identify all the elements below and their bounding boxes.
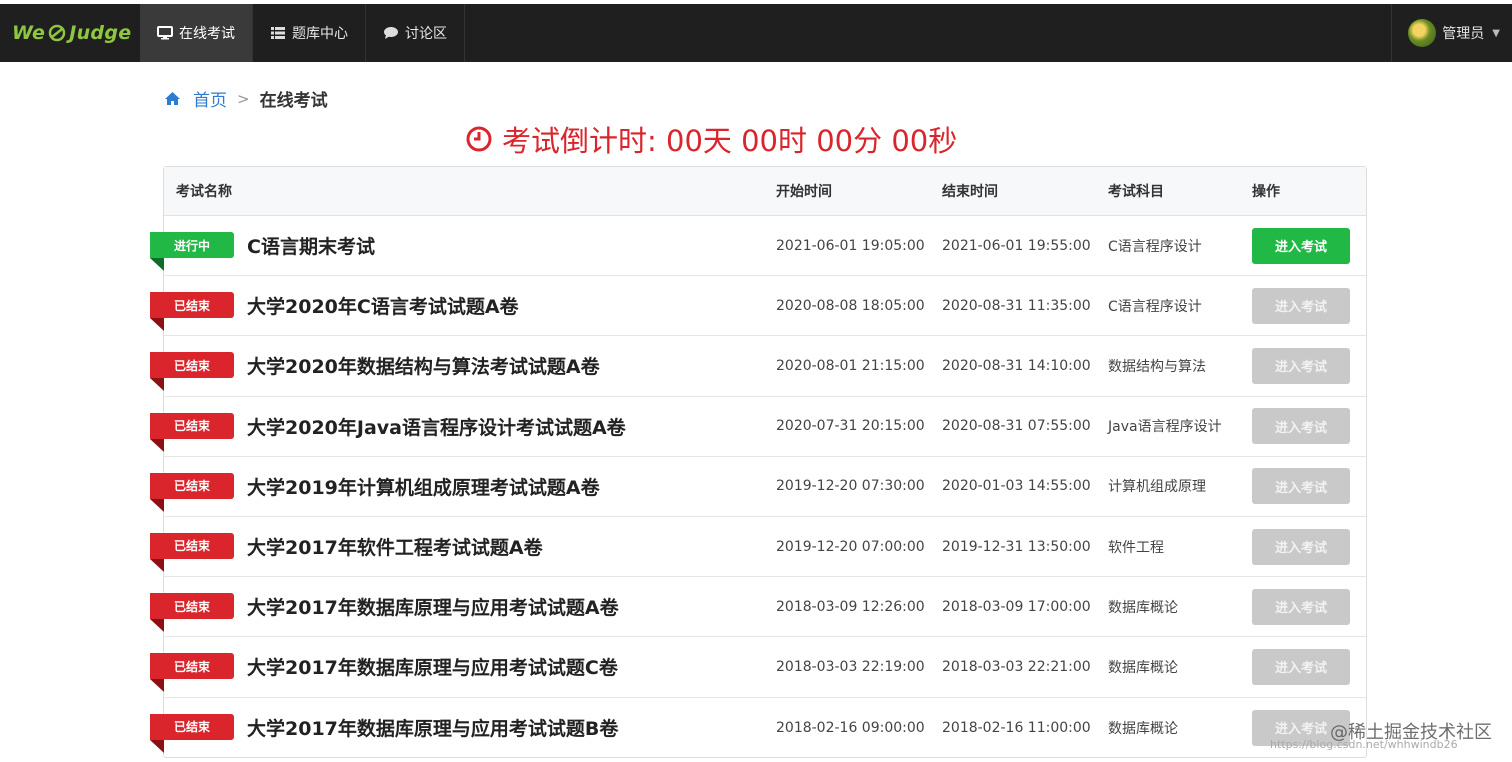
brand-text-left: We (12, 22, 46, 44)
table-row: 已结束 大学2017年数据库原理与应用考试试题A卷 2018-03-09 12:… (150, 577, 1366, 638)
end-time: 2018-02-16 11:00:00 (942, 719, 1091, 736)
exam-name: 大学2020年Java语言程序设计考试试题A卷 (247, 416, 626, 439)
nav-item-question-bank[interactable]: 题库中心 (253, 4, 366, 62)
nav-item-label: 在线考试 (179, 26, 235, 42)
header-start: 开始时间 (776, 184, 832, 200)
exam-name: 大学2020年数据结构与算法考试试题A卷 (247, 356, 600, 379)
watermark-text: @稀土掘金技术社区 (1330, 722, 1492, 743)
start-time: 2020-08-08 18:05:00 (776, 297, 925, 314)
end-time: 2020-08-31 14:10:00 (942, 357, 1091, 374)
start-time: 2018-02-16 09:00:00 (776, 719, 925, 736)
subject: 数据结构与算法 (1108, 358, 1206, 375)
status-badge: 进行中 (150, 232, 234, 271)
enter-exam-button[interactable]: 进入考试 (1252, 408, 1350, 445)
chevron-down-icon: ▼ (1492, 27, 1500, 39)
list-icon (271, 27, 285, 39)
end-time: 2020-08-31 11:35:00 (942, 297, 1091, 314)
start-time: 2020-08-01 21:15:00 (776, 357, 925, 374)
start-time: 2020-07-31 20:15:00 (776, 418, 925, 435)
breadcrumb-current: 在线考试 (259, 91, 328, 111)
home-icon[interactable] (164, 91, 181, 106)
exam-countdown: 考试倒计时: 00天 00时 00分 00秒 (466, 118, 957, 160)
subject: 数据库概论 (1108, 659, 1178, 676)
table-row: 已结束 大学2017年数据库原理与应用考试试题B卷 2018-02-16 09:… (150, 698, 1366, 758)
header-operation: 操作 (1252, 184, 1280, 200)
enter-exam-button[interactable]: 进入考试 (1252, 347, 1350, 384)
nav-item-online-exam[interactable]: 在线考试 (140, 4, 253, 62)
exam-name: C语言期末考试 (247, 236, 375, 259)
exam-name: 大学2017年软件工程考试试题A卷 (247, 537, 543, 560)
exam-name: 大学2019年计算机组成原理考试试题A卷 (247, 476, 600, 499)
table-row: 已结束 大学2017年数据库原理与应用考试试题C卷 2018-03-03 22:… (150, 637, 1366, 698)
status-badge: 已结束 (150, 352, 234, 392)
status-badge: 已结束 (150, 532, 234, 572)
enter-exam-button[interactable]: 进入考试 (1252, 468, 1350, 505)
status-badge: 已结束 (150, 593, 234, 633)
enter-exam-button[interactable]: 进入考试 (1252, 227, 1350, 264)
countdown-text: 考试倒计时: 00天 00时 00分 00秒 (502, 124, 958, 158)
subject: 计算机组成原理 (1108, 479, 1206, 496)
monitor-icon (157, 26, 173, 40)
clock-icon (466, 126, 492, 152)
enter-exam-button[interactable]: 进入考试 (1252, 528, 1350, 565)
chevron-right-icon: > (237, 89, 250, 108)
status-badge: 已结束 (150, 472, 234, 512)
subject: 数据库概论 (1108, 720, 1178, 737)
header-name: 考试名称 (176, 184, 232, 200)
table-row: 已结束 大学2020年C语言考试试题A卷 2020-08-08 18:05:00… (150, 276, 1366, 337)
brand-text-right: Judge (69, 22, 132, 44)
subject: Java语言程序设计 (1108, 419, 1222, 436)
brand-logo[interactable]: We Judge (0, 4, 140, 62)
start-time: 2019-12-20 07:00:00 (776, 538, 925, 555)
subject: C语言程序设计 (1108, 238, 1202, 255)
exam-name: 大学2020年C语言考试试题A卷 (247, 296, 519, 319)
user-menu[interactable]: 管理员 ▼ (1391, 4, 1512, 62)
header-subject: 考试科目 (1108, 184, 1164, 200)
status-badge: 已结束 (150, 653, 234, 693)
subject: C语言程序设计 (1108, 298, 1202, 315)
subject: 软件工程 (1108, 539, 1164, 556)
end-time: 2018-03-09 17:00:00 (942, 598, 1091, 615)
table-row: 已结束 大学2020年数据结构与算法考试试题A卷 2020-08-01 21:1… (150, 336, 1366, 397)
enter-exam-button[interactable]: 进入考试 (1252, 648, 1350, 685)
avatar (1408, 19, 1437, 47)
table-header: 考试名称 开始时间 结束时间 考试科目 操作 (164, 167, 1366, 216)
exam-name: 大学2017年数据库原理与应用考试试题C卷 (247, 657, 618, 680)
breadcrumb: 首页 > 在线考试 (164, 86, 328, 111)
header-end: 结束时间 (942, 184, 998, 200)
breadcrumb-home-link[interactable]: 首页 (193, 86, 227, 111)
comment-icon (384, 27, 398, 39)
status-badge: 已结束 (150, 713, 234, 753)
top-navbar: We Judge 在线考试 题库中心 讨论区 管理员 ▼ (0, 4, 1512, 62)
start-time: 2021-06-01 19:05:00 (776, 237, 925, 254)
end-time: 2020-08-31 07:55:00 (942, 418, 1091, 435)
start-time: 2018-03-09 12:26:00 (776, 598, 925, 615)
table-row: 已结束 大学2020年Java语言程序设计考试试题A卷 2020-07-31 2… (150, 397, 1366, 457)
end-time: 2018-03-03 22:21:00 (942, 658, 1091, 675)
end-time: 2019-12-31 13:50:00 (942, 538, 1091, 555)
subject: 数据库概论 (1108, 599, 1178, 616)
end-time: 2020-01-03 14:55:00 (942, 478, 1091, 495)
nav-item-label: 题库中心 (292, 26, 348, 42)
exam-name: 大学2017年数据库原理与应用考试试题B卷 (247, 718, 619, 741)
start-time: 2019-12-20 07:30:00 (776, 478, 925, 495)
enter-exam-button[interactable]: 进入考试 (1252, 287, 1350, 324)
table-row: 已结束 大学2017年软件工程考试试题A卷 2019-12-20 07:00:0… (150, 517, 1366, 578)
user-name: 管理员 (1442, 26, 1485, 42)
end-time: 2021-06-01 19:55:00 (942, 237, 1091, 254)
exam-table: 考试名称 开始时间 结束时间 考试科目 操作 进行中 C语言期末考试 2021-… (150, 166, 1367, 758)
status-badge: 已结束 (150, 292, 234, 332)
nav-item-label: 讨论区 (405, 26, 447, 42)
table-row: 已结束 大学2019年计算机组成原理考试试题A卷 2019-12-20 07:3… (150, 457, 1366, 517)
exam-name: 大学2017年数据库原理与应用考试试题A卷 (247, 597, 619, 620)
enter-exam-button[interactable]: 进入考试 (1252, 588, 1350, 625)
status-badge: 已结束 (150, 412, 234, 452)
brand-swirl-icon (48, 24, 66, 42)
start-time: 2018-03-03 22:19:00 (776, 658, 925, 675)
nav-item-discussion[interactable]: 讨论区 (366, 4, 465, 62)
table-row: 进行中 C语言期末考试 2021-06-01 19:05:00 2021-06-… (150, 216, 1366, 277)
